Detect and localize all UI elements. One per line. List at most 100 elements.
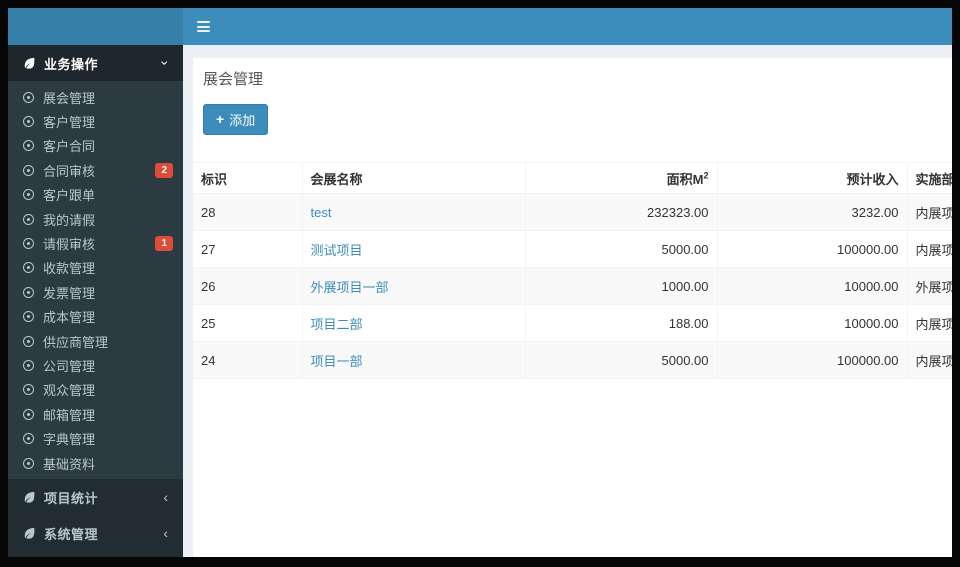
cell-value: 5000.00: [661, 241, 709, 257]
cell-value: 232323.00: [647, 204, 709, 220]
sidebar-section-project-stats[interactable]: 项目统计: [8, 479, 183, 515]
exhibition-link[interactable]: test: [311, 205, 332, 220]
cell-value: 28: [201, 204, 216, 220]
cell-value: 内展项目: [915, 205, 953, 221]
table-header-row: 标识会展名称面积M2预计收入实施部门: [193, 162, 952, 194]
column-header: 预计收入: [717, 162, 908, 194]
cell-value: 内展项目: [915, 353, 953, 369]
sidebar-item[interactable]: 请假审核 1: [8, 231, 183, 255]
cell-value: 3232.00: [851, 204, 899, 220]
table-cell: 测试项目: [302, 230, 526, 268]
table-cell: 项目二部: [302, 304, 526, 342]
sidebar-item[interactable]: 客户管理: [8, 109, 183, 133]
sidebar-item[interactable]: 字典管理: [8, 426, 183, 450]
cell-value: 26: [201, 278, 216, 294]
dot-circle-icon: [23, 311, 34, 323]
sidebar-item-label: 客户跟单: [43, 188, 96, 204]
chevron-down-icon: [163, 56, 168, 70]
sidebar-item[interactable]: 客户跟单: [8, 183, 183, 207]
dot-circle-icon: [23, 457, 34, 469]
dot-circle-icon: [23, 238, 34, 250]
exhibition-link[interactable]: 项目二部: [311, 317, 363, 332]
table-cell: 外展项目一部: [302, 267, 526, 305]
cell-value: 188.00: [668, 315, 709, 331]
table-cell: 100000.00: [717, 341, 908, 379]
table-cell: test: [302, 193, 526, 231]
table-row: 28 test 232323.00 3232.00 内展项目: [193, 193, 953, 231]
exhibition-link[interactable]: 外展项目一部: [311, 280, 389, 295]
column-header: 标识: [193, 162, 303, 194]
sidebar-item[interactable]: 我的请假: [8, 207, 183, 231]
column-header: 实施部门: [907, 162, 952, 194]
table-cell: 外展项目: [907, 267, 953, 305]
sidebar-item-label: 收款管理: [43, 261, 96, 277]
table-row: 27 测试项目 5000.00 100000.00 内展项目: [193, 230, 953, 268]
sidebar-item[interactable]: 客户合同: [8, 134, 183, 158]
chevron-left-icon: [163, 526, 168, 540]
dot-circle-icon: [23, 408, 34, 420]
sidebar-item[interactable]: 合同审核 2: [8, 158, 183, 182]
table-cell: 内展项目: [907, 304, 953, 342]
table-cell: 5000.00: [525, 230, 718, 268]
table-cell: 项目一部: [302, 341, 526, 379]
content-panel: 展会管理 添加 标识会展名称面积M2预计收入实施部门 28 test 232323.…: [193, 57, 952, 557]
sidebar-toggle-button[interactable]: [197, 21, 210, 32]
table-cell: 24: [193, 341, 303, 379]
sidebar-section-label: 业务操作: [44, 56, 99, 72]
dot-circle-icon: [23, 140, 34, 152]
sidebar-section-system-mgmt[interactable]: 系统管理: [8, 515, 183, 551]
table-cell: 26: [193, 267, 303, 305]
cell-value: 100000.00: [837, 241, 899, 257]
table-cell: 内展项目: [907, 341, 953, 379]
cell-value: 外展项目: [915, 279, 953, 295]
dot-circle-icon: [23, 262, 34, 274]
cell-value: 内展项目: [915, 242, 953, 258]
table-cell: 27: [193, 230, 303, 268]
logo-area[interactable]: [8, 8, 183, 45]
cell-value: 27: [201, 241, 216, 257]
table-cell: 100000.00: [717, 230, 908, 268]
column-header: 面积M2: [525, 162, 718, 194]
leaf-icon: [24, 527, 35, 539]
cell-value: 5000.00: [661, 352, 709, 368]
sidebar-item-label: 成本管理: [43, 310, 96, 326]
content-area: 展会管理 添加 标识会展名称面积M2预计收入实施部门 28 test 232323.…: [183, 45, 952, 557]
exhibition-link[interactable]: 测试项目: [311, 243, 363, 258]
page-title: 展会管理: [203, 71, 264, 88]
top-navbar: [183, 8, 952, 45]
add-button-label: 添加: [229, 113, 256, 128]
sidebar-item-label: 供应商管理: [43, 334, 109, 350]
app-window: 业务操作展会管理客户管理客户合同合同审核 2 客户跟单我的请假请假审核 1 收款管理发票…: [8, 8, 952, 557]
sidebar-item[interactable]: 观众管理: [8, 378, 183, 402]
sidebar-item[interactable]: 邮箱管理: [8, 402, 183, 426]
table-row: 26 外展项目一部 1000.00 10000.00 外展项目: [193, 267, 953, 305]
sidebar-item-label: 发票管理: [43, 285, 96, 301]
sidebar-item-label: 我的请假: [43, 212, 96, 228]
sidebar-item[interactable]: 成本管理: [8, 305, 183, 329]
table-cell: 10000.00: [717, 304, 908, 342]
dot-circle-icon: [23, 359, 34, 371]
cell-value: 100000.00: [837, 352, 899, 368]
dot-circle-icon: [23, 286, 34, 298]
sidebar-section-label: 项目统计: [44, 490, 99, 506]
sidebar-item[interactable]: 基础资料: [8, 451, 183, 475]
sidebar-item[interactable]: 发票管理: [8, 280, 183, 304]
sidebar-section-label: 系统管理: [44, 526, 99, 542]
sidebar-item[interactable]: 收款管理: [8, 256, 183, 280]
exhibition-link[interactable]: 项目一部: [311, 354, 363, 369]
sidebar-item[interactable]: 供应商管理: [8, 329, 183, 353]
sidebar-item[interactable]: 展会管理: [8, 85, 183, 109]
sidebar-item[interactable]: 公司管理: [8, 353, 183, 377]
cell-value: 内展项目: [915, 316, 953, 332]
add-button[interactable]: 添加: [203, 104, 269, 135]
table-cell: 25: [193, 304, 303, 342]
exhibitions-table: 标识会展名称面积M2预计收入实施部门 28 test 232323.00 3232.0…: [193, 162, 952, 379]
sidebar-item-label: 客户管理: [43, 115, 96, 131]
table-cell: 3232.00: [717, 193, 908, 231]
cell-value: 24: [201, 352, 216, 368]
sidebar-item-label: 基础资料: [43, 456, 96, 472]
sidebar-section-business-ops[interactable]: 业务操作: [8, 45, 183, 81]
sidebar-item-label: 公司管理: [43, 358, 96, 374]
dot-circle-icon: [23, 433, 34, 445]
bars-icon: [197, 30, 210, 32]
